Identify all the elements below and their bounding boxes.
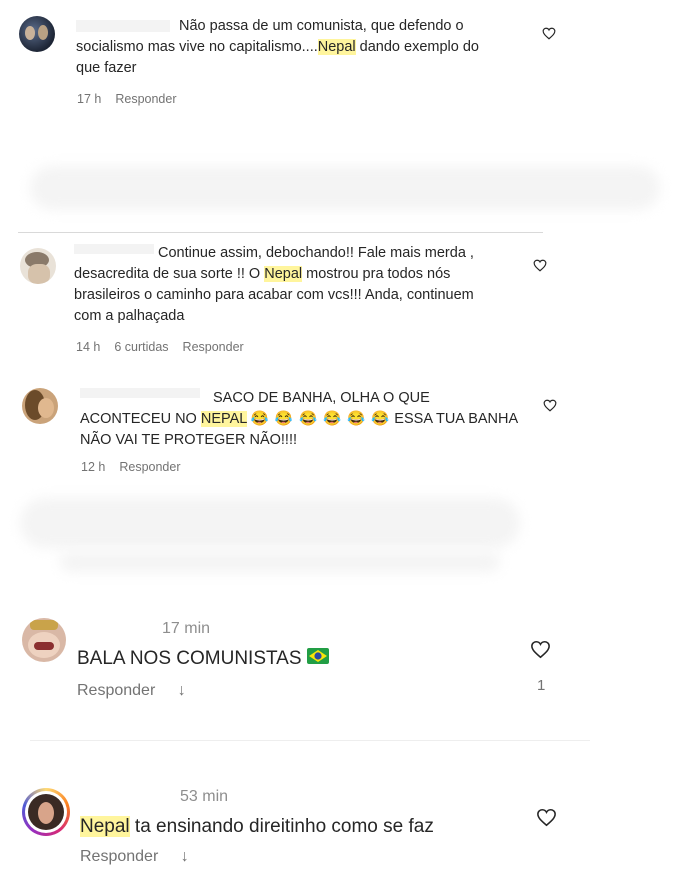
heart-icon[interactable] [536, 808, 557, 827]
comment-meta: 17 h Responder [77, 92, 191, 106]
comment-3: SACO DE BANHA, OLHA O QUE ACONTECEU NO N… [0, 380, 674, 490]
timestamp: 53 min [180, 788, 229, 805]
redacted-area [30, 166, 660, 210]
comment-text: Nepal ta ensinando direitinho como se fa… [80, 816, 434, 837]
comment-meta: Responder ↓ [80, 848, 189, 866]
timestamp: 14 h [76, 340, 101, 354]
divider [18, 232, 543, 233]
comment-meta: 14 h 6 curtidas Responder [76, 340, 258, 354]
avatar[interactable] [22, 788, 70, 836]
comment-meta: Responder ↓ [77, 682, 186, 700]
timestamp: 12 h [81, 460, 106, 474]
comment-text: BALA NOS COMUNISTAS [77, 648, 329, 670]
reply-button[interactable]: Responder [77, 682, 155, 699]
heart-icon[interactable] [533, 259, 547, 272]
avatar[interactable] [20, 248, 56, 284]
reply-button[interactable]: Responder [183, 340, 244, 354]
highlight: NEPAL [200, 411, 247, 427]
avatar[interactable] [22, 618, 66, 662]
like-count: 1 [537, 677, 546, 694]
comment-meta: 12 h Responder [81, 460, 195, 474]
comment-4: 17 min BALA NOS COMUNISTAS Responder ↓ 1 [0, 610, 674, 720]
reply-button[interactable]: Responder [80, 848, 158, 865]
redacted-area [20, 498, 520, 548]
reply-button[interactable]: Responder [119, 460, 180, 474]
comment-2: Continue assim, debochando!! Fale mais m… [0, 238, 674, 368]
comment-text: Não passa de um comunista, que defendo o… [76, 18, 479, 76]
heart-icon[interactable] [530, 640, 551, 659]
divider [30, 740, 590, 741]
arrow-down-icon[interactable]: ↓ [181, 848, 189, 865]
likes-count[interactable]: 6 curtidas [114, 340, 168, 354]
avatar[interactable] [22, 388, 58, 424]
timestamp: 17 min [162, 620, 211, 637]
brazil-flag-icon [306, 648, 329, 670]
comment-text: SACO DE BANHA, OLHA O QUE ACONTECEU NO N… [80, 390, 519, 448]
comment-5: 53 min Nepal ta ensinando direitinho com… [0, 780, 674, 887]
redacted-area [60, 552, 500, 572]
avatar[interactable] [19, 16, 55, 52]
comment-text: Continue assim, debochando!! Fale mais m… [74, 245, 474, 324]
reply-button[interactable]: Responder [115, 92, 176, 106]
comment-1: Não passa de um comunista, que defendo o… [0, 0, 674, 120]
heart-icon[interactable] [543, 399, 557, 412]
laughing-emoji-icon: 😂 😂 😂 😂 😂 😂 [250, 411, 391, 427]
timestamp: 17 h [77, 92, 102, 106]
heart-icon[interactable] [542, 27, 556, 40]
highlight: Nepal [264, 266, 303, 282]
highlight: Nepal [80, 816, 130, 837]
highlight: Nepal [317, 39, 356, 55]
arrow-down-icon[interactable]: ↓ [178, 682, 186, 699]
